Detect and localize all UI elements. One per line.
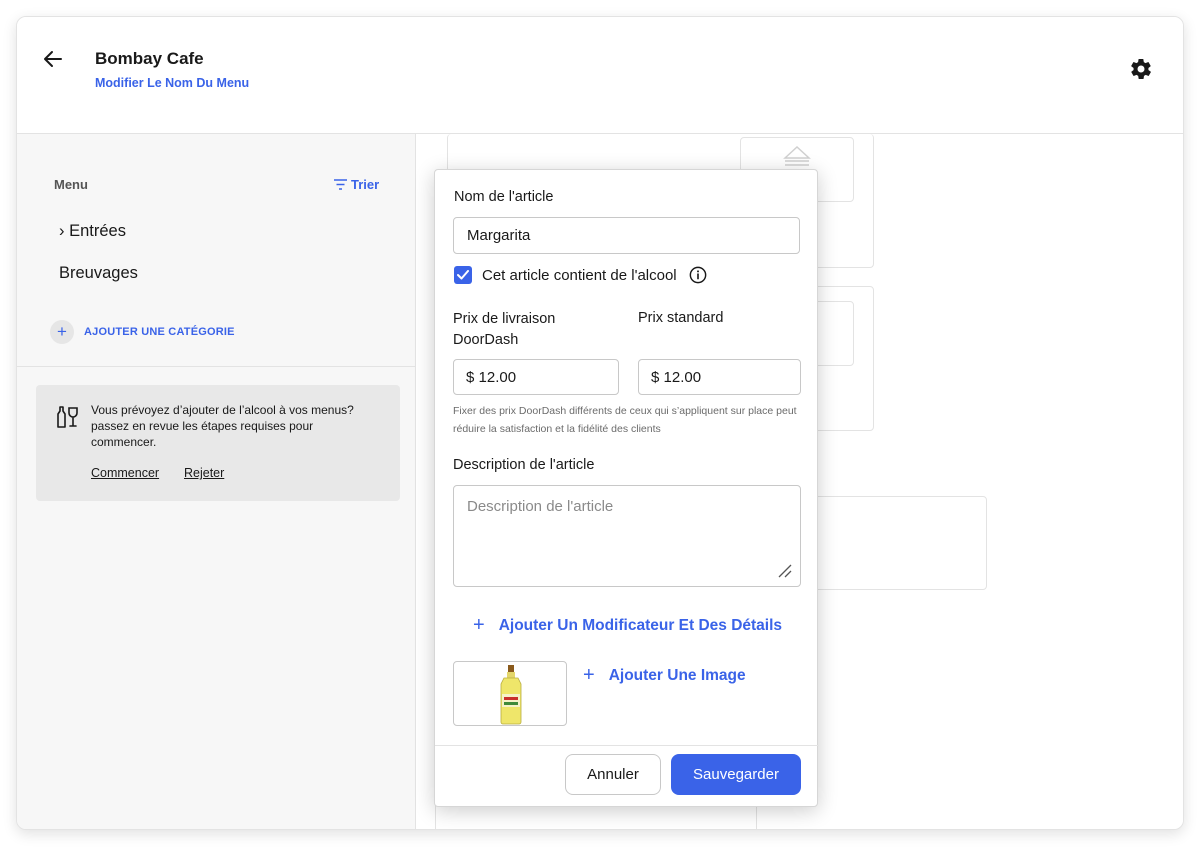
item-image-thumbnail[interactable] bbox=[453, 661, 567, 726]
bottle-glass-icon bbox=[57, 406, 78, 428]
description-textarea[interactable]: Description de l'article bbox=[453, 485, 801, 587]
resize-handle-icon[interactable] bbox=[778, 564, 792, 578]
standard-price-input[interactable]: $ 12.00 bbox=[638, 359, 801, 395]
add-category-label: AJOUTER UNE CATÉGORIE bbox=[84, 326, 235, 338]
alcohol-checkbox[interactable] bbox=[454, 266, 472, 284]
sidebar: Menu Trier › Entrées Breuvages + AJOUTER… bbox=[17, 134, 416, 829]
start-link[interactable]: Commencer bbox=[91, 466, 159, 480]
rename-menu-link[interactable]: Modifier Le Nom Du Menu bbox=[95, 76, 249, 90]
reject-link[interactable]: Rejeter bbox=[184, 466, 224, 480]
item-name-label: Nom de l'article bbox=[454, 189, 554, 205]
checkmark-icon bbox=[457, 270, 469, 280]
plus-icon: + bbox=[50, 320, 74, 344]
sidebar-item-entrees[interactable]: › Entrées bbox=[59, 222, 126, 241]
delivery-price-input[interactable]: $ 12.00 bbox=[453, 359, 619, 395]
info-icon[interactable] bbox=[689, 266, 707, 284]
alcohol-checkbox-row[interactable]: Cet article contient de l'alcool bbox=[454, 266, 707, 284]
sidebar-divider bbox=[17, 366, 416, 367]
back-button[interactable] bbox=[41, 47, 69, 71]
item-name-input[interactable]: Margarita bbox=[453, 217, 800, 254]
page-header: Bombay Cafe Modifier Le Nom Du Menu bbox=[17, 17, 1183, 134]
alcohol-notice-text: Vous prévoyez d’ajouter de l’alcool à vo… bbox=[91, 403, 354, 449]
arrow-left-icon bbox=[44, 51, 62, 67]
sidebar-item-breuvages[interactable]: Breuvages bbox=[59, 264, 138, 283]
delivery-price-label-line1: Prix de livraison bbox=[453, 311, 556, 327]
description-label: Description de l'article bbox=[453, 457, 595, 473]
standard-price-label: Prix standard bbox=[638, 310, 724, 326]
add-modifier-button[interactable]: + Ajouter Un Modificateur Et Des Détails bbox=[473, 614, 782, 637]
gear-icon bbox=[1131, 58, 1151, 79]
settings-button[interactable] bbox=[1129, 57, 1155, 83]
delivery-price-label-line2: DoorDash bbox=[453, 332, 519, 348]
delivery-price-label: Prix de livraison DoorDash bbox=[453, 309, 555, 351]
alcohol-checkbox-label: Cet article contient de l'alcool bbox=[482, 266, 677, 284]
sort-icon bbox=[334, 179, 347, 190]
edit-item-modal: Nom de l'article Margarita Cet article c… bbox=[434, 169, 819, 807]
plus-icon: + bbox=[473, 614, 485, 636]
add-image-label: Ajouter Une Image bbox=[608, 666, 746, 684]
add-category-button[interactable]: + AJOUTER UNE CATÉGORIE bbox=[50, 320, 235, 344]
description-placeholder: Description de l'article bbox=[467, 498, 614, 515]
alcohol-notice: Vous prévoyez d’ajouter de l’alcool à vo… bbox=[36, 385, 400, 501]
add-modifier-label: Ajouter Un Modificateur Et Des Détails bbox=[498, 616, 783, 634]
save-button[interactable]: Sauvegarder bbox=[671, 754, 801, 795]
price-hint: Fixer des prix DoorDash différents de ce… bbox=[453, 405, 797, 435]
sandwich-icon bbox=[783, 145, 811, 166]
modal-footer-divider bbox=[435, 745, 819, 746]
menu-label: Menu bbox=[54, 177, 88, 192]
cancel-button[interactable]: Annuler bbox=[565, 754, 661, 795]
bottle-image bbox=[500, 665, 522, 725]
sort-button[interactable]: Trier bbox=[334, 177, 379, 192]
page-title: Bombay Cafe bbox=[95, 49, 204, 68]
add-image-button[interactable]: + Ajouter Une Image bbox=[583, 664, 746, 687]
plus-icon: + bbox=[583, 664, 595, 686]
sort-label: Trier bbox=[351, 177, 380, 192]
